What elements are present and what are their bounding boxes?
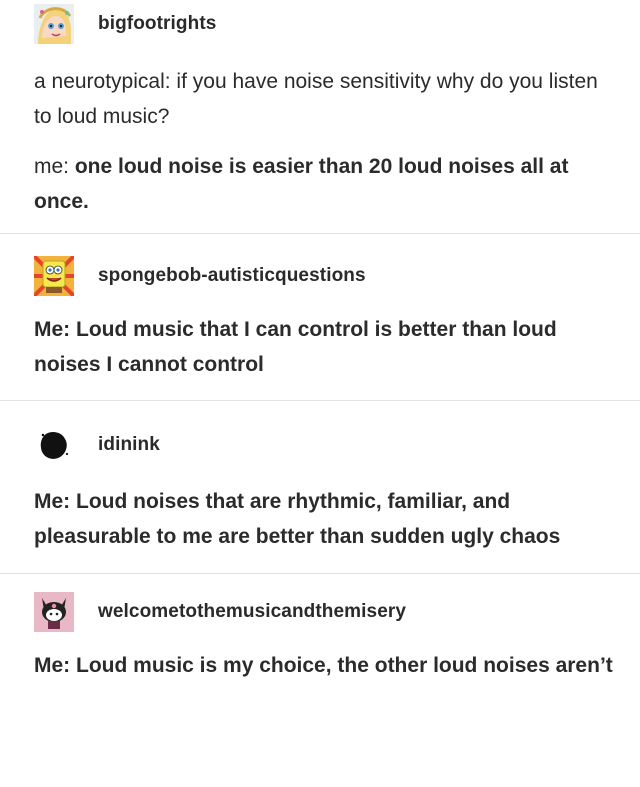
post-text-question: a neurotypical: if you have noise sensit… — [34, 64, 620, 134]
username[interactable]: bigfootrights — [98, 13, 216, 35]
post-text: Me: Loud music that I can control is bet… — [34, 318, 557, 376]
post-idinink: idinink Me: Loud noises that are rhythmi… — [0, 401, 640, 554]
post-spongebob-autisticquestions: spongebob-autisticquestions Me: Loud mus… — [0, 234, 640, 382]
post-welcometothemusicandthemisery: welcometothemusicandthemisery Me: Loud m… — [0, 574, 640, 683]
post-header: welcometothemusicandthemisery — [34, 592, 620, 632]
spongebob-avatar-icon[interactable] — [34, 256, 84, 296]
post-text-answer: me: one loud noise is easier than 20 lou… — [34, 149, 620, 219]
username[interactable]: idinink — [98, 434, 160, 456]
post-header: idinink — [34, 425, 620, 465]
post-header: bigfootrights — [34, 4, 620, 44]
speaker-label: me: — [34, 155, 70, 178]
post-text: Me: Loud noises that are rhythmic, famil… — [34, 490, 561, 548]
post-text: Me: Loud music is my choice, the other l… — [34, 654, 613, 677]
post-header: spongebob-autisticquestions — [34, 256, 620, 296]
post-bigfootrights: bigfootrights a neurotypical: if you hav… — [0, 0, 640, 219]
kuromi-avatar-icon[interactable] — [34, 592, 84, 632]
cartoon-avatar-icon[interactable] — [34, 4, 84, 44]
black-blob-avatar-icon[interactable] — [34, 425, 84, 465]
username[interactable]: spongebob-autisticquestions — [98, 265, 366, 287]
username[interactable]: welcometothemusicandthemisery — [98, 601, 406, 623]
line-text: one loud noise is easier than 20 loud no… — [34, 155, 569, 213]
speaker-label: a neurotypical: — [34, 70, 171, 93]
